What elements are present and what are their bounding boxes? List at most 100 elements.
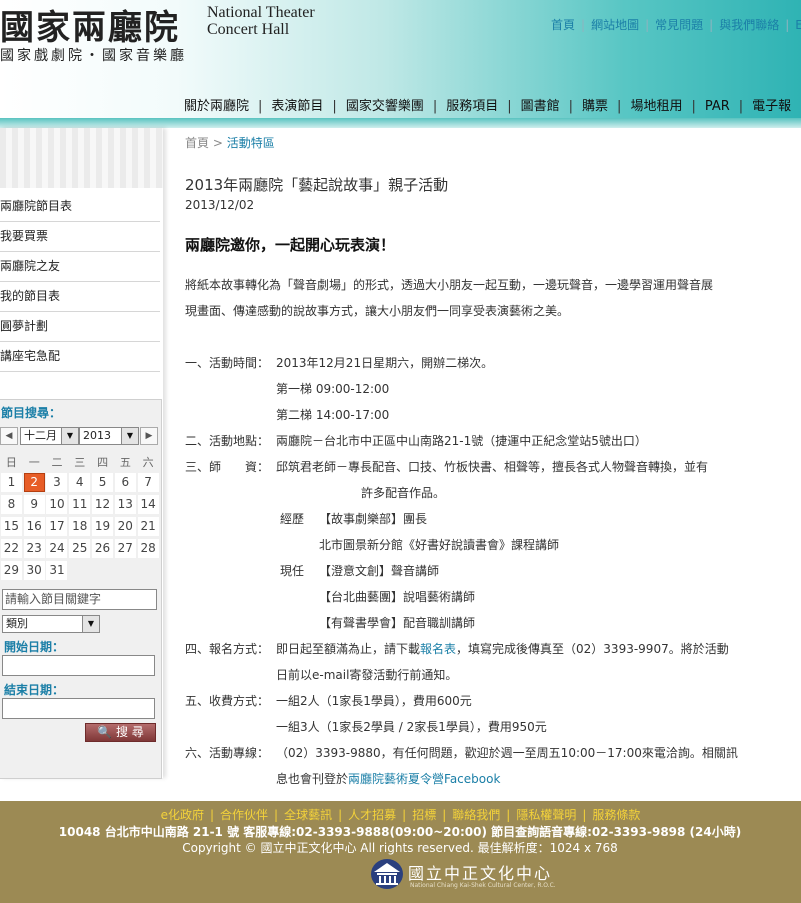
footer-address: 10048 台北市中山南路 21-1 號 客服專線:02-3393-9888(0…	[58, 825, 742, 839]
weekday: 日	[5, 456, 17, 469]
nav-venue-rental[interactable]: 場地租用	[630, 99, 682, 114]
calendar-day[interactable]: 13	[114, 495, 136, 514]
end-date-input[interactable]	[2, 698, 155, 719]
calendar-day[interactable]: 14	[137, 495, 159, 514]
chevron-down-icon: ▼	[82, 616, 99, 632]
divider: |	[691, 99, 696, 114]
nav-tickets[interactable]: 購票	[582, 99, 608, 114]
sidebar-item-my-programs[interactable]: 我的節目表	[0, 282, 160, 312]
sidebar-item-lecture-delivery[interactable]: 講座宅急配	[0, 342, 160, 372]
calendar-day[interactable]: 27	[114, 539, 136, 558]
year-select[interactable]: 2013 ▼	[79, 427, 139, 445]
sidebar-item-friends[interactable]: 兩廳院之友	[0, 252, 160, 282]
site-logo-en[interactable]: National Theater Concert Hall	[207, 4, 315, 38]
footer-link-privacy[interactable]: 隱私權聲明	[516, 808, 576, 822]
facebook-link[interactable]: 兩廳院藝術夏令營Facebook	[348, 772, 500, 786]
nav-newsletter[interactable]: 電子報	[752, 99, 791, 114]
calendar-day[interactable]: 16	[23, 517, 45, 536]
top-link-faq[interactable]: 常見問題	[655, 18, 703, 32]
nav-par[interactable]: PAR	[705, 99, 730, 114]
footer-org-name: 國立中正文化中心	[408, 864, 553, 883]
start-date-input[interactable]	[2, 655, 155, 676]
keyword-input[interactable]: 請輸入節目關鍵字	[2, 589, 157, 610]
calendar-week: 22 23 24 25 26 27 28	[0, 538, 160, 560]
calendar-day[interactable]: 10	[46, 495, 68, 514]
next-month-button[interactable]: ▶	[140, 427, 158, 445]
signup-line-2: 日前以e-mail寄發活動行前通知。	[276, 668, 458, 682]
nav-about[interactable]: 關於兩廳院	[184, 99, 249, 114]
calendar-day[interactable]: 11	[69, 495, 91, 514]
calendar-day[interactable]: 1	[0, 473, 22, 492]
month-select[interactable]: 十二月 ▼	[20, 427, 79, 445]
calendar-day[interactable]: 28	[137, 539, 159, 558]
nav-services[interactable]: 服務項目	[446, 99, 498, 114]
current-label: 現任	[280, 564, 305, 578]
calendar-day[interactable]: 15	[0, 517, 22, 536]
calendar-day[interactable]: 25	[69, 539, 91, 558]
calendar-day[interactable]: 17	[46, 517, 68, 536]
calendar-day[interactable]: 30	[23, 561, 45, 580]
calendar-empty-cell	[115, 561, 136, 580]
sidebar-item-dream-project[interactable]: 圓夢計劃	[0, 312, 160, 342]
weekday: 四	[97, 456, 109, 469]
program-search-panel: 節目搜尋： ◀ 十二月 ▼ 2013 ▼ ▶ 日 一 二 三 四 五 六 123…	[0, 399, 162, 779]
calendar-day[interactable]: 24	[46, 539, 68, 558]
breadcrumb-current[interactable]: 活動特區	[227, 136, 275, 150]
footer-link-contact[interactable]: 聯絡我們	[452, 808, 500, 822]
calendar-day[interactable]: 23	[23, 539, 45, 558]
calendar-day[interactable]: 3	[46, 473, 68, 492]
divider: |	[507, 99, 512, 114]
category-select-value: 類別	[6, 617, 28, 630]
experience-2: 北市圖景新分館《好書好說讀書會》課程講師	[319, 538, 560, 552]
calendar-day[interactable]: 9	[23, 495, 45, 514]
nav-programs[interactable]: 表演節目	[271, 99, 323, 114]
calendar-day[interactable]: 26	[92, 539, 114, 558]
calendar-day[interactable]: 18	[69, 517, 91, 536]
footer-link-jobs[interactable]: 人才招募	[348, 808, 396, 822]
footer-link-tenders[interactable]: 招標	[412, 808, 436, 822]
calendar-day[interactable]: 12	[92, 495, 114, 514]
article-title: 2013年兩廳院「藝起說故事」親子活動	[185, 176, 449, 194]
nav-library[interactable]: 圖書館	[521, 99, 560, 114]
nav-nso[interactable]: 國家交響樂團	[346, 99, 424, 114]
footer-org-logo[interactable]: 國立中正文化中心 National Chiang Kai-Shek Cultur…	[368, 858, 568, 892]
footer-link-terms[interactable]: 服務條款	[592, 808, 640, 822]
prev-month-button[interactable]: ◀	[0, 427, 18, 445]
calendar-day[interactable]: 31	[46, 561, 68, 580]
top-link-contact[interactable]: 與我們聯絡	[719, 18, 779, 32]
signup-text-pre: 即日起至額滿為止，請下載	[276, 642, 421, 656]
site-logo-cn[interactable]: 國家兩廳院	[0, 0, 180, 49]
calendar-day[interactable]: 6	[114, 473, 136, 492]
footer-link-global-arts[interactable]: 全球藝訊	[284, 808, 332, 822]
calendar-day[interactable]: 4	[69, 473, 91, 492]
calendar-day[interactable]: 29	[0, 561, 22, 580]
weekday: 六	[142, 456, 154, 469]
footer-link-partners[interactable]: 合作伙伴	[220, 808, 268, 822]
calendar-day[interactable]: 19	[92, 517, 114, 536]
signup-form-link[interactable]: 報名表	[420, 642, 456, 656]
end-date-label: 結束日期：	[4, 683, 65, 697]
calendar-day[interactable]: 21	[137, 517, 159, 536]
signup-line-1: 即日起至額滿為止，請下載報名表，填寫完成後傳真至（02）3393-9907。將於…	[276, 640, 729, 657]
fee-1: 一組2人（1家長1學員），費用600元	[276, 694, 472, 708]
calendar-day[interactable]: 2	[23, 473, 45, 492]
calendar-day[interactable]: 22	[0, 539, 22, 558]
search-button[interactable]: 🔍 搜 尋	[85, 723, 156, 742]
calendar-day[interactable]: 20	[114, 517, 136, 536]
top-link-home[interactable]: 首頁	[551, 18, 575, 32]
calendar-day[interactable]: 5	[92, 473, 114, 492]
sidebar-item-program-list[interactable]: 兩廳院節目表	[0, 192, 160, 222]
sidebar-item-buy-tickets[interactable]: 我要買票	[0, 222, 160, 252]
footer-org-name-en: National Chiang Kai-Shek Cultural Center…	[410, 882, 556, 889]
hotline-line-1: （02）3393-9880，有任何問題，歡迎於週一至周五10:00－17:00來…	[276, 746, 738, 760]
top-link-english[interactable]: En	[795, 18, 801, 32]
calendar-day[interactable]: 7	[137, 473, 159, 492]
calendar-day[interactable]: 8	[0, 495, 22, 514]
breadcrumb-home[interactable]: 首頁	[185, 136, 209, 150]
top-link-sitemap[interactable]: 網站地圖	[591, 18, 639, 32]
weekday: 三	[74, 456, 86, 469]
footer-links: e化政府 | 合作伙伴 | 全球藝訊 | 人才招募 | 招標 | 聯絡我們 | 隱私權聲明 | 服務條款	[0, 806, 801, 823]
divider: |	[338, 808, 343, 822]
footer-link-egov[interactable]: e化政府	[161, 808, 204, 822]
category-select[interactable]: 類別 ▼	[2, 615, 100, 633]
